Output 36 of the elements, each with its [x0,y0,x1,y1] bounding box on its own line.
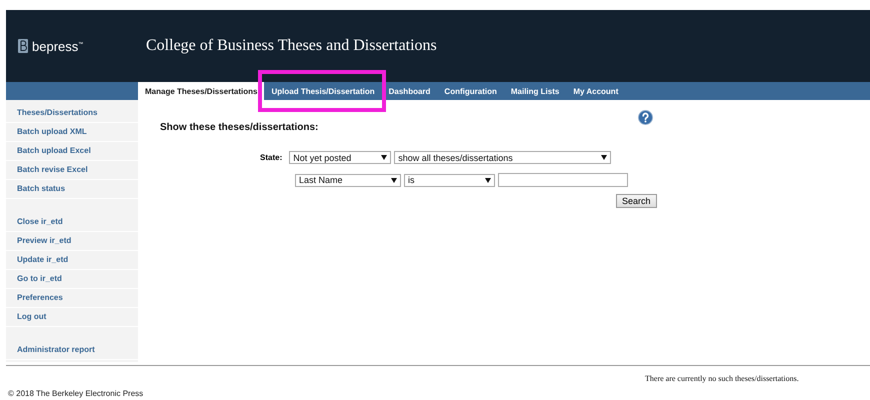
nav-tab[interactable]: Configuration [437,82,504,100]
sidebar-link[interactable]: Batch status [6,180,138,199]
operator-select[interactable]: is [404,174,495,186]
sidebar-link[interactable]: Administrator report [6,341,138,360]
state-label: State: [260,153,282,162]
nav-tab[interactable]: My Account [566,82,626,100]
caret-icon [485,178,491,182]
sidebar-link[interactable]: Log out [6,308,138,327]
sidebar-link[interactable]: Update ir_etd [6,251,138,270]
caret-icon [601,155,608,160]
caret-icon [381,155,388,160]
logo-icon [18,39,28,53]
nav-tab[interactable]: Upload Thesis/Dissertation [264,82,382,100]
filter-select[interactable]: show all theses/dissertations [394,151,612,164]
result-message: There are currently no such theses/dissertations. [645,374,800,383]
sidebar-link[interactable]: Preview ir_etd [6,232,138,251]
site-title: College of Business Theses and Dissertations [145,37,437,55]
search-button[interactable]: Search [616,194,657,208]
sidebar-link[interactable]: Theses/Dissertations [6,104,138,123]
section-heading: Show these theses/dissertations: [160,122,320,133]
copyright-text: © 2018 The Berkeley Electronic Press [8,389,144,398]
search-input[interactable] [498,173,628,187]
nav-tab[interactable]: Mailing Lists [504,82,566,100]
sidebar-link[interactable]: Batch upload XML [6,123,138,142]
sidebar-link[interactable]: Batch upload Excel [6,142,138,161]
nav-tab[interactable]: Dashboard [382,82,438,100]
field-select[interactable]: Last Name [295,174,401,186]
caret-icon [391,178,397,182]
help-icon[interactable] [638,110,653,125]
sidebar-link[interactable]: Go to ir_etd [6,270,138,289]
state-select[interactable]: Not yet posted [289,151,392,164]
sidebar-link[interactable]: Preferences [6,289,138,308]
nav-tab[interactable]: Manage Theses/Dissertations [138,82,264,100]
sidebar-link[interactable]: Batch revise Excel [6,161,138,180]
sidebar-link[interactable]: Close ir_etd [6,213,138,232]
logo-text[interactable]: bepress$^{™}$ [32,38,84,54]
